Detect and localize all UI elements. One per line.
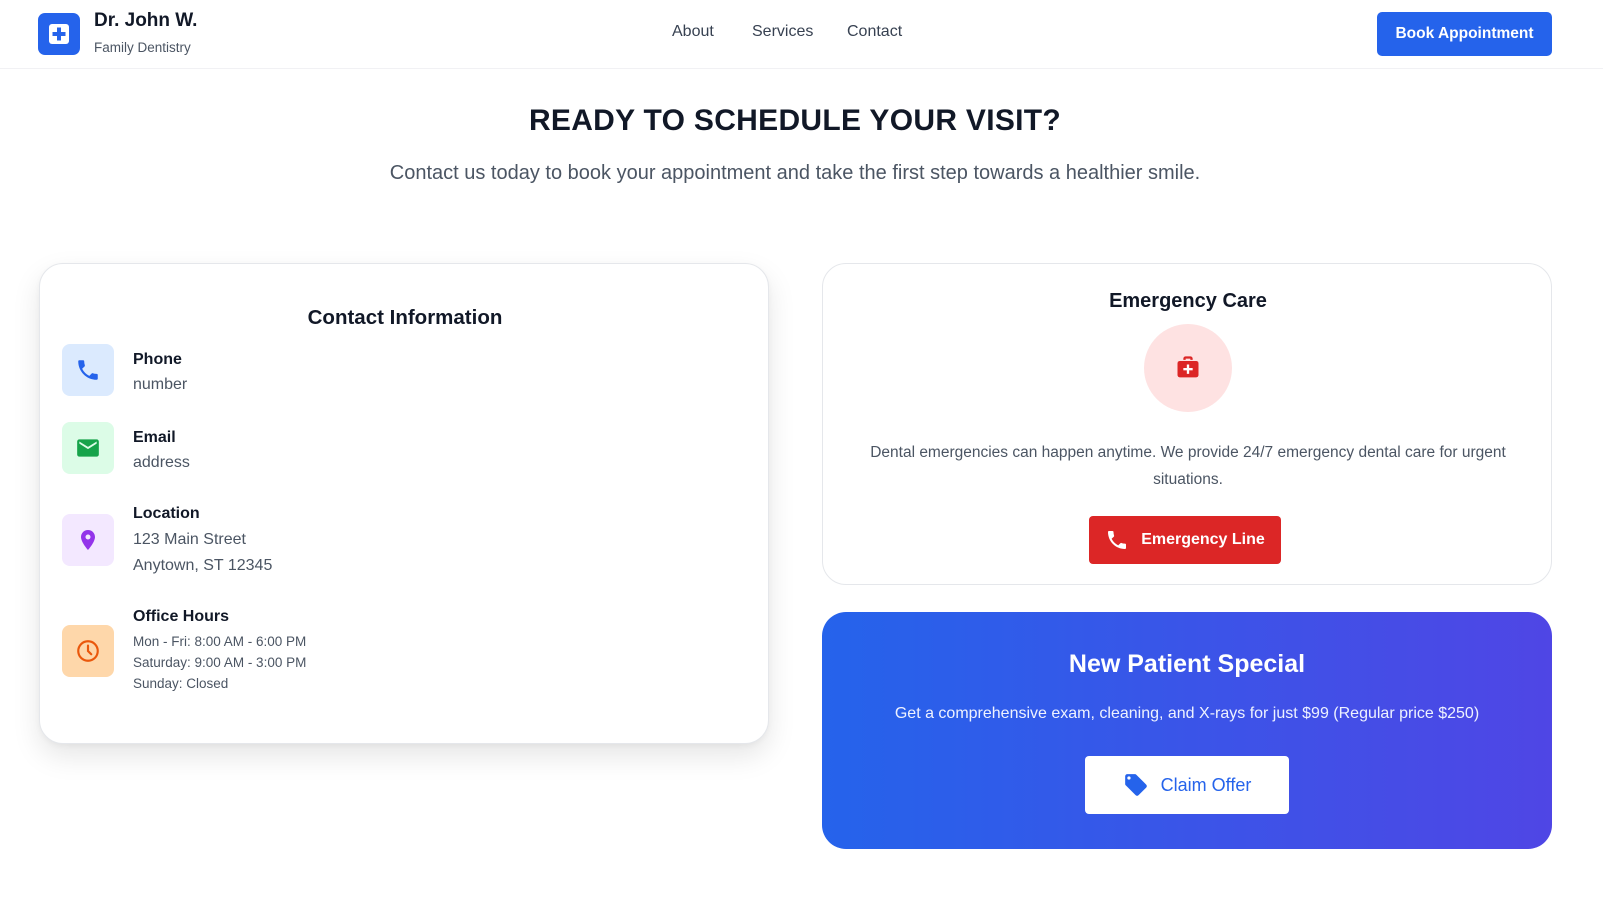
new-patient-special-card: New Patient Special Get a comprehensive … xyxy=(822,612,1552,849)
special-description: Get a comprehensive exam, cleaning, and … xyxy=(894,705,1480,722)
emergency-line-label: Emergency Line xyxy=(1141,531,1265,548)
emergency-care-card: Emergency Care Dental emergencies can ha… xyxy=(822,263,1552,585)
location-address-line1: 123 Main Street xyxy=(133,531,246,548)
office-hours-weekday: Mon - Fri: 8:00 AM - 6:00 PM xyxy=(133,634,307,649)
special-title: New Patient Special xyxy=(1068,650,1306,678)
site-header: Dr. John W. Family Dentistry About Servi… xyxy=(0,0,1603,69)
book-appointment-button[interactable]: Book Appointment xyxy=(1377,12,1552,56)
phone-label: Phone xyxy=(133,351,182,368)
contact-card-title: Contact Information xyxy=(307,306,503,329)
office-hours-label: Office Hours xyxy=(133,608,230,625)
office-hours-saturday: Saturday: 9:00 AM - 3:00 PM xyxy=(133,655,307,670)
office-hours-sunday: Sunday: Closed xyxy=(133,676,229,691)
location-address-line2: Anytown, ST 12345 xyxy=(133,557,273,574)
brand-subtitle: Family Dentistry xyxy=(94,40,191,55)
location-label: Location xyxy=(133,505,200,522)
nav-about[interactable]: About xyxy=(672,23,714,41)
nav-services[interactable]: Services xyxy=(752,23,813,41)
email-icon xyxy=(62,422,114,474)
page-subtitle: Contact us today to book your appointmen… xyxy=(389,162,1201,184)
emergency-line-button[interactable]: Emergency Line xyxy=(1089,516,1281,564)
first-aid-kit-icon xyxy=(1144,324,1232,412)
phone-icon xyxy=(62,344,114,396)
claim-offer-button[interactable]: Claim Offer xyxy=(1085,756,1289,814)
phone-value[interactable]: number xyxy=(133,376,187,394)
phone-icon xyxy=(1105,528,1129,552)
email-value[interactable]: address xyxy=(133,454,190,472)
page-title: READY TO SCHEDULE YOUR VISIT? xyxy=(528,104,1062,137)
logo-plus-icon[interactable] xyxy=(38,13,80,55)
tag-icon xyxy=(1123,772,1149,798)
brand-name[interactable]: Dr. John W. xyxy=(94,10,197,32)
email-label: Email xyxy=(133,429,176,446)
contact-information-card: Contact Information Phone number Email a… xyxy=(39,263,769,744)
emergency-description: Dental emergencies can happen anytime. W… xyxy=(870,444,1506,488)
emergency-card-title: Emergency Care xyxy=(1109,290,1267,312)
nav-contact[interactable]: Contact xyxy=(847,23,902,41)
claim-offer-label: Claim Offer xyxy=(1160,774,1252,795)
location-pin-icon xyxy=(62,514,114,566)
clock-icon xyxy=(62,625,114,677)
